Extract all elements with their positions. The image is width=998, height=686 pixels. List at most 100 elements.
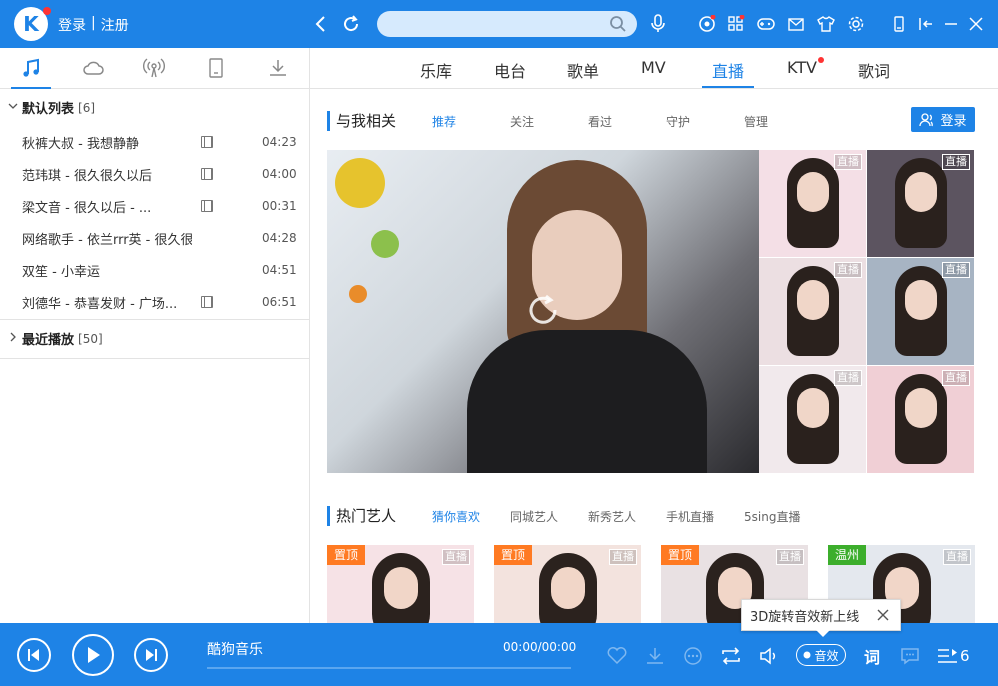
settings-icon[interactable] — [845, 13, 867, 35]
recent-list-header[interactable]: 最近播放 [50] — [0, 320, 309, 357]
recent-list-label: 最近播放 — [22, 333, 75, 348]
tab-device[interactable] — [185, 48, 247, 88]
card-badge: 置顶 — [327, 545, 366, 565]
apps-icon[interactable] — [725, 13, 747, 35]
favorite-icon[interactable] — [606, 645, 628, 667]
song-title: 双笙 - 小幸运 — [22, 264, 100, 280]
loading-icon — [529, 294, 557, 324]
skin-icon[interactable] — [815, 13, 837, 35]
main-nav: 乐库 电台 歌单 MV 直播 KTV 歌词 — [310, 48, 998, 89]
song-duration: 04:28 — [262, 231, 297, 245]
auth-separator: | — [91, 15, 96, 31]
game-icon[interactable] — [755, 13, 777, 35]
related-tab-manage[interactable]: 管理 — [744, 113, 768, 130]
song-row[interactable]: 梁文音 - 很久以后 - ... 00:31 — [0, 190, 309, 222]
login-link[interactable]: 登录 — [58, 15, 86, 35]
tab-cloud[interactable] — [62, 48, 124, 88]
recent-list-count: [50] — [78, 331, 103, 346]
repeat-icon[interactable] — [720, 645, 742, 667]
collapse-icon[interactable] — [915, 13, 937, 35]
tab-ktv[interactable]: KTV — [785, 58, 819, 88]
playlist-queue-icon[interactable] — [937, 645, 959, 667]
close-icon[interactable] — [965, 13, 987, 35]
mini-mode-icon[interactable] — [888, 13, 910, 35]
refresh-icon[interactable] — [340, 13, 362, 35]
tab-local-music[interactable] — [0, 48, 62, 89]
song-duration: 00:31 — [262, 199, 297, 213]
download-icon[interactable] — [644, 645, 666, 667]
tab-live[interactable]: 直播 — [702, 58, 755, 88]
song-title: 刘德华 - 恭喜发财 - 广场... — [22, 296, 178, 312]
default-list-header[interactable]: 默认列表 [6] — [0, 89, 309, 126]
progress-bar[interactable] — [207, 667, 571, 669]
mv-icon[interactable] — [201, 168, 213, 180]
comment-icon[interactable] — [899, 645, 921, 667]
previous-icon — [28, 649, 39, 661]
live-thumbnail[interactable]: 直播 — [759, 366, 866, 473]
live-thumbnail[interactable]: 直播 — [867, 366, 974, 473]
featured-live-video[interactable] — [327, 150, 759, 473]
more-icon[interactable] — [682, 645, 704, 667]
related-tab-follow[interactable]: 关注 — [510, 113, 534, 130]
sound-effect-label: 音效 — [814, 648, 839, 663]
related-tab-guard[interactable]: 守护 — [666, 113, 690, 130]
sound-effect-button[interactable]: 音效 — [796, 644, 846, 666]
related-tab-watched[interactable]: 看过 — [588, 113, 612, 130]
queue-count: 6 — [960, 647, 970, 665]
hot-tab-mobile[interactable]: 手机直播 — [666, 508, 714, 525]
song-row[interactable]: 双笙 - 小幸运 04:51 — [0, 254, 309, 286]
hot-tab-local[interactable]: 同城艺人 — [510, 508, 558, 525]
mv-icon[interactable] — [201, 200, 213, 212]
flower-decoration — [349, 285, 367, 303]
hot-tab-guess[interactable]: 猜你喜欢 — [432, 508, 480, 525]
song-title: 秋裤大叔 - 我想静静 — [22, 136, 139, 152]
hot-tab-5sing[interactable]: 5sing直播 — [744, 508, 800, 525]
minimize-icon[interactable] — [940, 13, 962, 35]
hot-tab-newcomer[interactable]: 新秀艺人 — [588, 508, 636, 525]
artist-card[interactable]: 置顶 直播 — [327, 545, 474, 623]
song-row[interactable]: 网络歌手 - 依兰rrr英 - 很久很... 04:28 — [0, 222, 309, 254]
new-feature-toast: 3D旋转音效新上线 — [741, 599, 901, 637]
live-thumbnail[interactable]: 直播 — [867, 150, 974, 257]
live-thumbnail[interactable]: 直播 — [759, 150, 866, 257]
auth-links: 登录 | 注册 — [58, 15, 129, 35]
chevron-right-icon — [8, 332, 18, 345]
close-icon[interactable] — [876, 608, 890, 622]
tab-radio[interactable] — [124, 48, 186, 88]
volume-icon[interactable] — [758, 645, 780, 667]
mv-icon[interactable] — [201, 136, 213, 148]
artist-card[interactable]: 置顶 直播 — [494, 545, 641, 623]
play-button[interactable] — [72, 634, 114, 676]
tab-library[interactable]: 乐库 — [418, 58, 454, 88]
microphone-icon[interactable] — [647, 13, 669, 35]
search-icon[interactable] — [609, 15, 627, 33]
song-row[interactable]: 秋裤大叔 - 我想静静 04:23 — [0, 126, 309, 158]
search-input[interactable] — [377, 11, 637, 37]
song-row[interactable]: 刘德华 - 恭喜发财 - 广场... 06:51 — [0, 286, 309, 318]
related-tab-recommend[interactable]: 推荐 — [432, 113, 456, 130]
tab-radio-station[interactable]: 电台 — [492, 58, 528, 88]
streamer-face — [797, 280, 829, 320]
tab-download[interactable] — [247, 48, 309, 88]
live-badge: 直播 — [609, 549, 637, 565]
music-note-icon — [23, 58, 39, 77]
mail-icon[interactable] — [785, 13, 807, 35]
lyrics-button[interactable]: 词 — [864, 644, 880, 668]
streamer-face — [905, 172, 937, 212]
previous-button[interactable] — [17, 638, 51, 672]
song-row[interactable]: 范玮琪 - 很久很久以后 04:00 — [0, 158, 309, 190]
divider — [0, 358, 309, 359]
mv-icon[interactable] — [201, 296, 213, 308]
streamer-face — [905, 280, 937, 320]
back-icon[interactable] — [309, 13, 331, 35]
tab-mv[interactable]: MV — [639, 58, 668, 88]
tab-lyrics[interactable]: 歌词 — [856, 58, 892, 88]
register-link[interactable]: 注册 — [101, 15, 129, 35]
tab-playlists[interactable]: 歌单 — [565, 58, 601, 88]
next-button[interactable] — [134, 638, 168, 672]
record-icon[interactable] — [696, 13, 718, 35]
live-thumbnail[interactable]: 直播 — [759, 258, 866, 365]
effect-dot-icon — [803, 651, 811, 659]
live-login-button[interactable]: 登录 — [911, 107, 975, 132]
live-thumbnail[interactable]: 直播 — [867, 258, 974, 365]
